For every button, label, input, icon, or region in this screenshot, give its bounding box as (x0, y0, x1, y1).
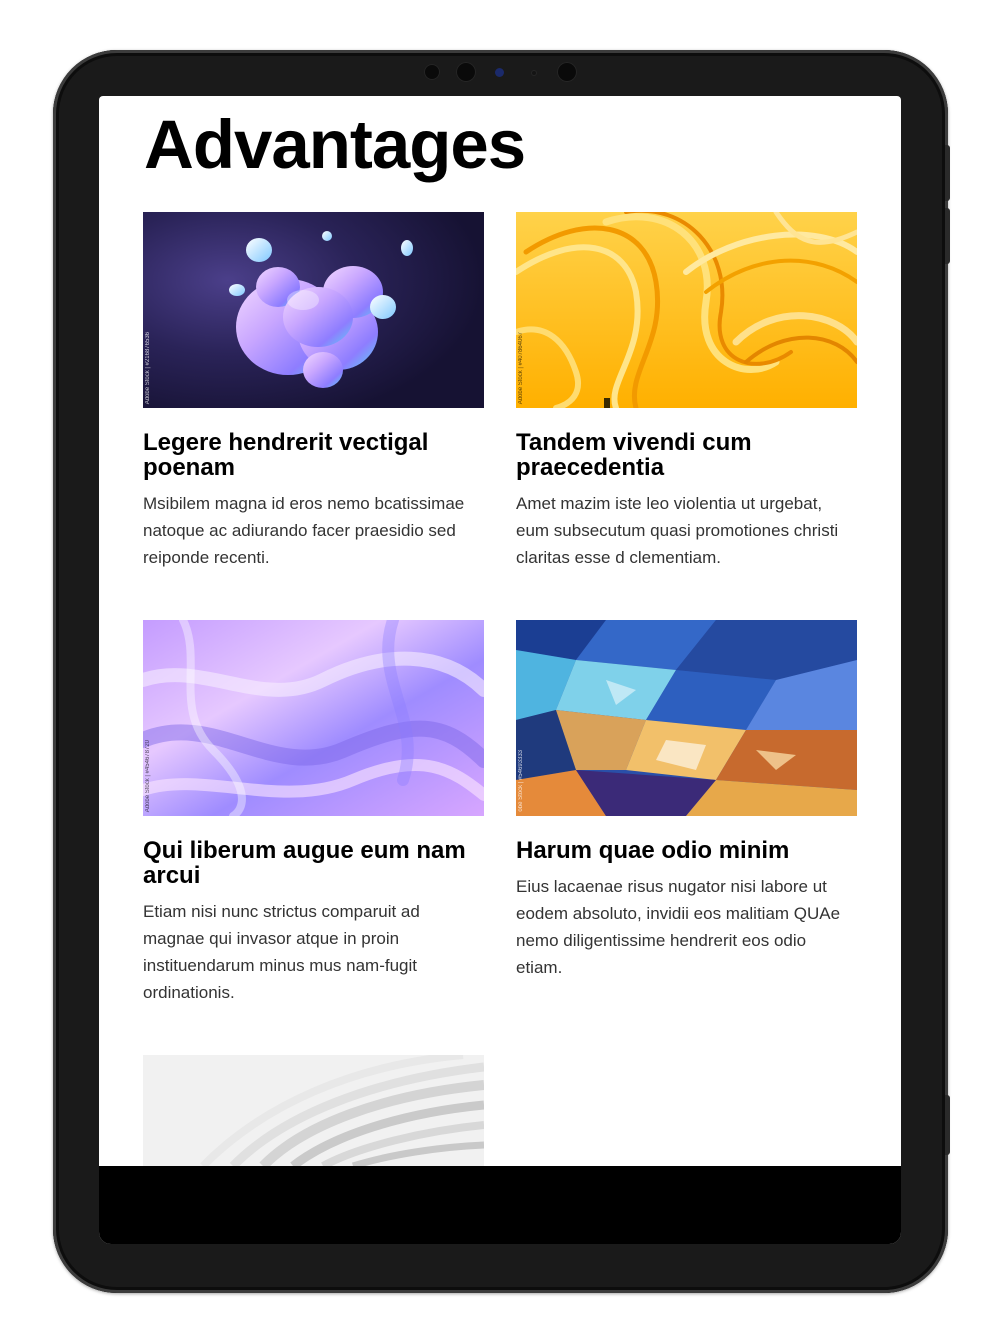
volume-down-button (945, 208, 950, 264)
screen-bottom-bar (99, 1166, 901, 1244)
card-text: Msibilem magna id eros nemo bcatissimae … (143, 494, 465, 567)
page-title: Advantages (144, 106, 526, 183)
yellow-ribbon-waves-image: Adobe Stock | #407864067 (516, 212, 857, 408)
card-title: Legere hendrerit vectigal poenam (143, 429, 429, 481)
camera-icon (557, 62, 577, 82)
card-text: Amet mazim iste leo violentia ut urgebat… (516, 494, 839, 567)
image-watermark: Adobe Stock | #216876536 (145, 331, 151, 404)
image-watermark: Adobe Stock | #454678720 (145, 739, 151, 812)
crumpled-colorful-foil-image: obe Stock | #54693333 (516, 620, 857, 816)
advantage-card[interactable]: obe Stock | #54693333 Harum quae odio mi… (516, 620, 857, 981)
holographic-silk-image: Adobe Stock | #454678720 (143, 620, 484, 816)
image-watermark: obe Stock | #54693333 (518, 750, 524, 812)
white-abstract-curves-image (143, 1055, 484, 1166)
card-title: Qui liberum augue eum nam arcui (143, 837, 466, 889)
card-title: Tandem vivendi cum praecedentia (516, 429, 752, 481)
advantage-card[interactable]: Adobe Stock | #216876536 Legere hendreri… (143, 212, 484, 571)
camera-icon (456, 62, 476, 82)
sensor-icon (424, 64, 440, 80)
sensor-dot-icon (531, 70, 537, 76)
advantage-card[interactable]: Adobe Stock | #454678720 Qui liberum aug… (143, 620, 484, 1006)
power-button (945, 1095, 950, 1155)
lens-icon (495, 68, 504, 77)
advantage-card[interactable] (143, 1055, 484, 1166)
card-title: Harum quae odio minim (516, 837, 790, 864)
purple-liquid-bubbles-image: Adobe Stock | #216876536 (143, 212, 484, 408)
card-text: Eius lacaenae risus nugator nisi labore … (516, 877, 841, 977)
tablet-screen[interactable]: Advantages Adobe Stock | #216876536 Lege… (99, 96, 901, 1244)
advantage-card[interactable]: Adobe Stock | #407864067 Tandem vivendi … (516, 212, 857, 571)
volume-up-button (945, 145, 950, 201)
card-text: Etiam nisi nunc strictus comparuit ad ma… (143, 902, 420, 1002)
image-watermark: Adobe Stock | #407864067 (518, 331, 524, 404)
